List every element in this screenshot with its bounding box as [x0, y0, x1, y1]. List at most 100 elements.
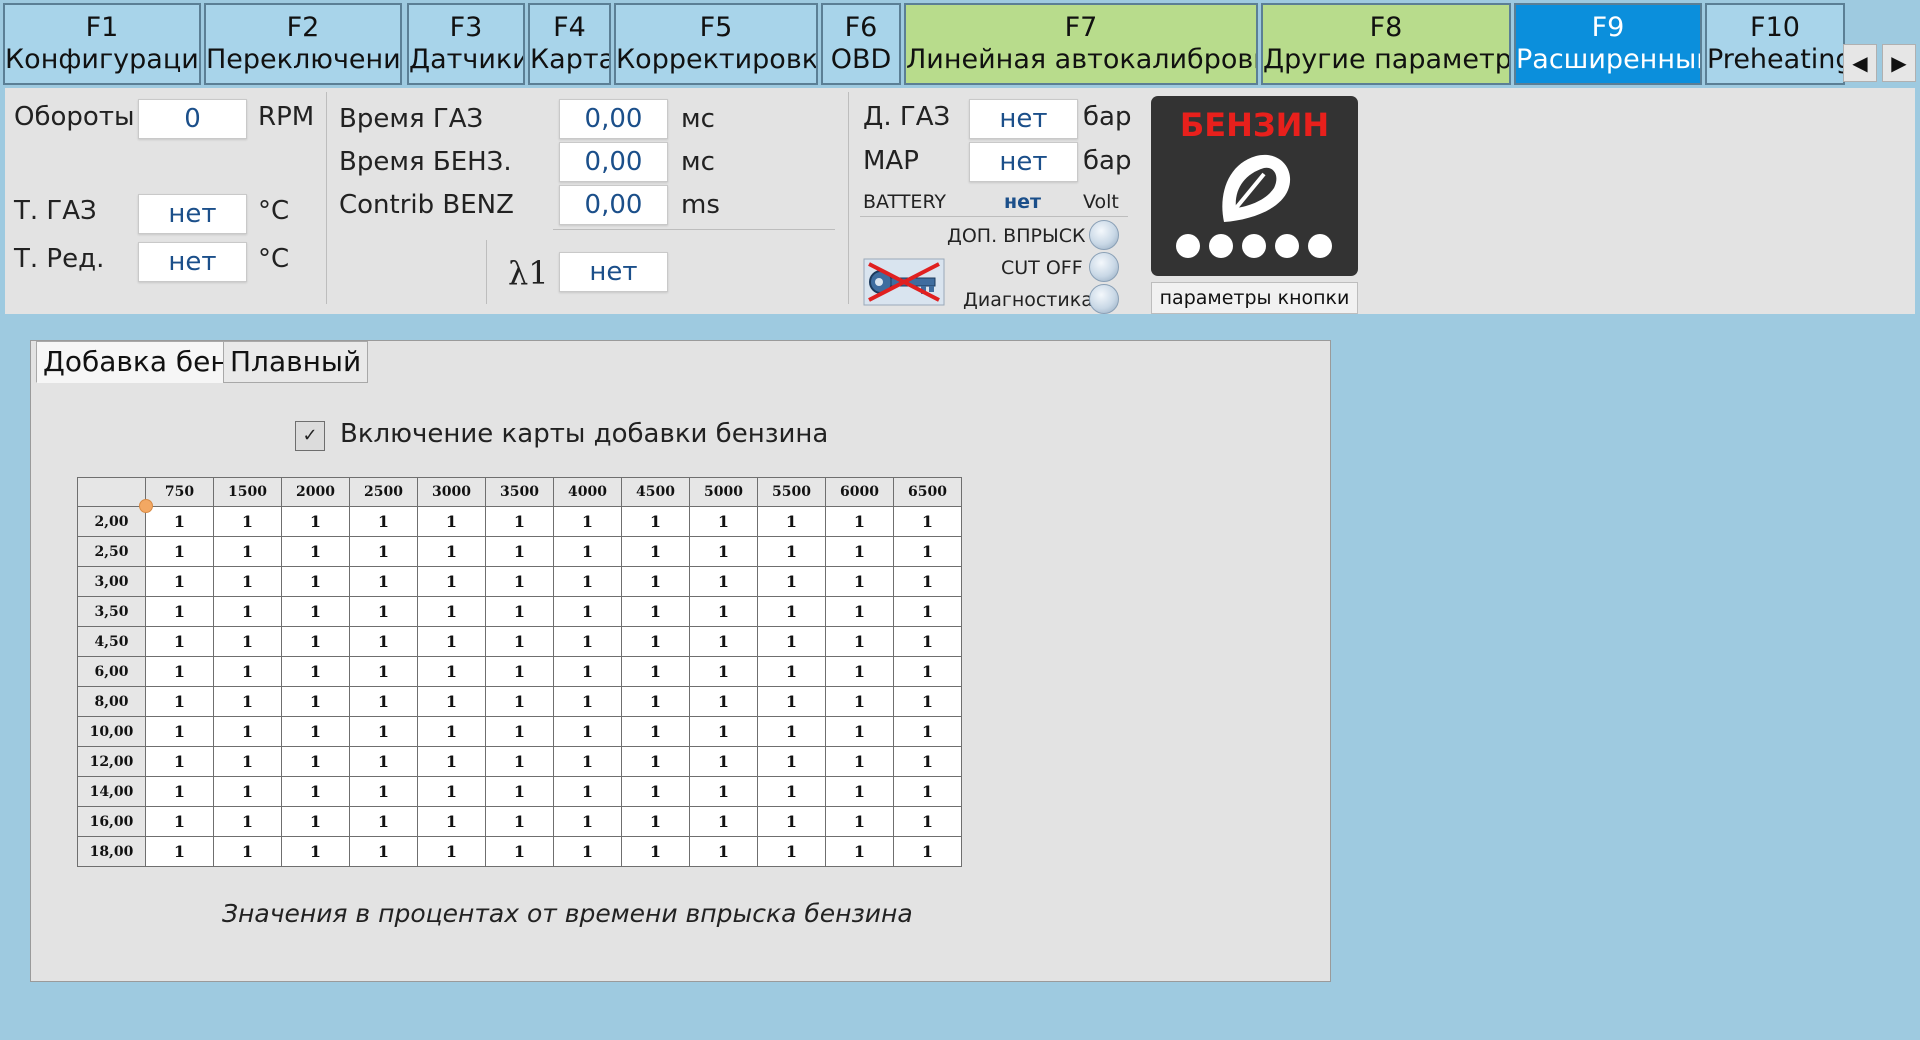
map-cell[interactable]: 1	[893, 746, 962, 777]
map-cell[interactable]: 1	[621, 836, 690, 867]
map-cell[interactable]: 1	[213, 656, 282, 687]
map-cell[interactable]: 1	[145, 776, 214, 807]
map-cell[interactable]: 1	[349, 776, 418, 807]
map-cell[interactable]: 1	[757, 836, 826, 867]
map-cell[interactable]: 1	[757, 716, 826, 747]
map-cell[interactable]: 1	[485, 626, 554, 657]
map-cell[interactable]: 1	[349, 806, 418, 837]
map-cell[interactable]: 1	[757, 656, 826, 687]
map-cell[interactable]: 1	[349, 716, 418, 747]
map-cell[interactable]: 1	[485, 836, 554, 867]
map-cell[interactable]: 1	[621, 746, 690, 777]
map-cell[interactable]: 1	[621, 596, 690, 627]
map-cell[interactable]: 1	[213, 596, 282, 627]
tab-f2-switching[interactable]: F2 Переключение	[204, 3, 402, 85]
map-cell[interactable]: 1	[757, 686, 826, 717]
map-cell[interactable]: 1	[689, 506, 758, 537]
map-cell[interactable]: 1	[893, 566, 962, 597]
map-cell[interactable]: 1	[893, 716, 962, 747]
subtab-petrol-addition[interactable]: Добавка бенз	[36, 341, 251, 383]
tab-f1-configuration[interactable]: F1 Конфигурация	[3, 3, 201, 85]
map-cell[interactable]: 1	[349, 566, 418, 597]
map-cell[interactable]: 1	[689, 626, 758, 657]
map-cell[interactable]: 1	[689, 836, 758, 867]
map-cell[interactable]: 1	[553, 506, 622, 537]
map-cell[interactable]: 1	[349, 746, 418, 777]
map-cell[interactable]: 1	[281, 776, 350, 807]
map-cell[interactable]: 1	[417, 506, 486, 537]
tab-f7-linear-autocalibration[interactable]: F7 Линейная автокалибровка	[904, 3, 1258, 85]
map-cell[interactable]: 1	[145, 626, 214, 657]
map-cell[interactable]: 1	[689, 686, 758, 717]
map-cell[interactable]: 1	[281, 686, 350, 717]
map-cell[interactable]: 1	[893, 836, 962, 867]
tab-f3-sensors[interactable]: F3 Датчики	[407, 3, 525, 85]
map-cell[interactable]: 1	[417, 566, 486, 597]
map-cell[interactable]: 1	[757, 806, 826, 837]
map-cell[interactable]: 1	[145, 806, 214, 837]
scroll-left-icon[interactable]: ◀	[1843, 44, 1877, 82]
map-cell[interactable]: 1	[213, 566, 282, 597]
map-cell[interactable]: 1	[893, 596, 962, 627]
map-cell[interactable]: 1	[213, 836, 282, 867]
map-cell[interactable]: 1	[825, 566, 894, 597]
map-cell[interactable]: 1	[213, 806, 282, 837]
map-cell[interactable]: 1	[621, 686, 690, 717]
map-cell[interactable]: 1	[757, 506, 826, 537]
map-cell[interactable]: 1	[281, 566, 350, 597]
tab-f10-preheating[interactable]: F10 Preheating	[1705, 3, 1845, 85]
map-cell[interactable]: 1	[621, 536, 690, 567]
subtab-smooth[interactable]: Плавный	[223, 341, 369, 383]
map-cell[interactable]: 1	[825, 716, 894, 747]
map-cell[interactable]: 1	[485, 716, 554, 747]
map-cell[interactable]: 1	[621, 656, 690, 687]
map-cell[interactable]: 1	[349, 686, 418, 717]
map-cell[interactable]: 1	[349, 506, 418, 537]
map-cell[interactable]: 1	[757, 596, 826, 627]
map-cell[interactable]: 1	[213, 776, 282, 807]
map-cell[interactable]: 1	[893, 536, 962, 567]
map-cell[interactable]: 1	[757, 746, 826, 777]
map-cell[interactable]: 1	[825, 536, 894, 567]
map-cell[interactable]: 1	[417, 836, 486, 867]
map-cell[interactable]: 1	[281, 626, 350, 657]
map-cell[interactable]: 1	[893, 776, 962, 807]
map-cell[interactable]: 1	[893, 686, 962, 717]
map-cell[interactable]: 1	[621, 806, 690, 837]
map-cell[interactable]: 1	[621, 716, 690, 747]
map-cell[interactable]: 1	[757, 626, 826, 657]
map-cell[interactable]: 1	[281, 836, 350, 867]
map-cell[interactable]: 1	[145, 506, 214, 537]
map-cell[interactable]: 1	[553, 806, 622, 837]
map-cell[interactable]: 1	[893, 656, 962, 687]
map-cell[interactable]: 1	[689, 746, 758, 777]
map-cell[interactable]: 1	[349, 836, 418, 867]
map-cell[interactable]: 1	[553, 776, 622, 807]
map-cell[interactable]: 1	[825, 596, 894, 627]
map-cell[interactable]: 1	[349, 626, 418, 657]
map-cell[interactable]: 1	[757, 776, 826, 807]
map-cell[interactable]: 1	[825, 776, 894, 807]
map-cell[interactable]: 1	[213, 746, 282, 777]
map-cell[interactable]: 1	[689, 716, 758, 747]
map-cell[interactable]: 1	[757, 566, 826, 597]
map-cell[interactable]: 1	[281, 806, 350, 837]
map-cell[interactable]: 1	[417, 716, 486, 747]
map-cell[interactable]: 1	[349, 656, 418, 687]
map-cell[interactable]: 1	[825, 836, 894, 867]
map-cell[interactable]: 1	[689, 656, 758, 687]
map-cell[interactable]: 1	[349, 536, 418, 567]
map-cell[interactable]: 1	[213, 536, 282, 567]
map-cell[interactable]: 1	[621, 566, 690, 597]
map-cell[interactable]: 1	[213, 626, 282, 657]
tab-f5-correction[interactable]: F5 Корректировка	[614, 3, 818, 85]
map-cell[interactable]: 1	[349, 596, 418, 627]
map-cell[interactable]: 1	[485, 776, 554, 807]
map-cell[interactable]: 1	[417, 806, 486, 837]
map-cell[interactable]: 1	[893, 626, 962, 657]
map-cell[interactable]: 1	[281, 596, 350, 627]
map-cell[interactable]: 1	[621, 506, 690, 537]
map-cell[interactable]: 1	[281, 656, 350, 687]
map-cell[interactable]: 1	[825, 506, 894, 537]
map-cell[interactable]: 1	[417, 776, 486, 807]
